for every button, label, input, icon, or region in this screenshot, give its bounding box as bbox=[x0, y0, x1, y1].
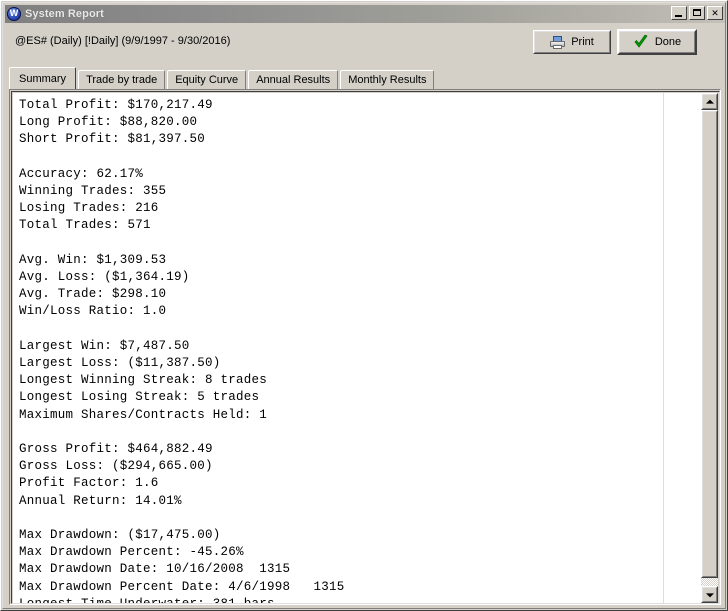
report-header: @ES# (Daily) [!Daily] (9/9/1997 - 9/30/2… bbox=[5, 23, 725, 65]
vertical-scrollbar[interactable] bbox=[701, 93, 718, 603]
done-button-label: Done bbox=[654, 36, 682, 48]
report-caption: @ES# (Daily) [!Daily] (9/9/1997 - 9/30/2… bbox=[15, 35, 231, 47]
tab-trade-by-trade-label: Trade by trade bbox=[86, 74, 158, 86]
checkmark-icon bbox=[633, 35, 649, 49]
tab-summary-label: Summary bbox=[19, 72, 67, 85]
tab-annual-results[interactable]: Annual Results bbox=[248, 70, 339, 89]
print-margin-line bbox=[663, 93, 664, 603]
tab-monthly-results-label: Monthly Results bbox=[348, 74, 427, 86]
tab-monthly-results[interactable]: Monthly Results bbox=[340, 70, 435, 89]
scroll-up-button[interactable] bbox=[701, 93, 718, 110]
report-text: Total Profit: $170,217.49 Long Profit: $… bbox=[19, 98, 345, 603]
close-button[interactable]: ✕ bbox=[707, 6, 723, 20]
report-pane-inner: Total Profit: $170,217.49 Long Profit: $… bbox=[11, 91, 720, 604]
scroll-down-button[interactable] bbox=[701, 586, 718, 603]
screen: W System Report ✕ @ES# (Daily) [!Daily] … bbox=[0, 0, 728, 611]
tab-trade-by-trade[interactable]: Trade by trade bbox=[78, 70, 166, 89]
tab-equity-curve-label: Equity Curve bbox=[175, 74, 239, 86]
done-button[interactable]: Done bbox=[617, 29, 697, 55]
window-title: System Report bbox=[25, 8, 104, 20]
report-text-area[interactable]: Total Profit: $170,217.49 Long Profit: $… bbox=[13, 93, 703, 603]
maximize-button[interactable] bbox=[689, 6, 705, 20]
tab-equity-curve[interactable]: Equity Curve bbox=[167, 70, 247, 89]
close-icon: ✕ bbox=[711, 7, 719, 18]
system-report-window: W System Report ✕ @ES# (Daily) [!Daily] … bbox=[0, 0, 728, 611]
w-orb-icon: W bbox=[6, 6, 22, 22]
maximize-icon bbox=[693, 9, 701, 16]
scrollbar-thumb[interactable] bbox=[701, 110, 718, 578]
report-tabstrip: Summary Trade by trade Equity Curve Annu… bbox=[9, 67, 721, 89]
tab-summary[interactable]: Summary bbox=[9, 67, 77, 89]
report-pane: Total Profit: $170,217.49 Long Profit: $… bbox=[9, 89, 721, 605]
scroll-down-arrow-icon bbox=[705, 592, 714, 597]
print-button-label: Print bbox=[571, 36, 594, 48]
print-button[interactable]: Print bbox=[533, 30, 611, 54]
tab-annual-results-label: Annual Results bbox=[256, 74, 331, 86]
window-controls: ✕ bbox=[671, 6, 723, 20]
minimize-icon bbox=[675, 15, 682, 17]
title-bar: W System Report ✕ bbox=[5, 5, 725, 23]
scroll-up-arrow-icon bbox=[705, 99, 714, 104]
window-client-area: W System Report ✕ @ES# (Daily) [!Daily] … bbox=[2, 2, 726, 609]
scrollbar-track[interactable] bbox=[701, 110, 718, 586]
minimize-button[interactable] bbox=[671, 6, 687, 20]
printer-icon bbox=[550, 35, 566, 49]
